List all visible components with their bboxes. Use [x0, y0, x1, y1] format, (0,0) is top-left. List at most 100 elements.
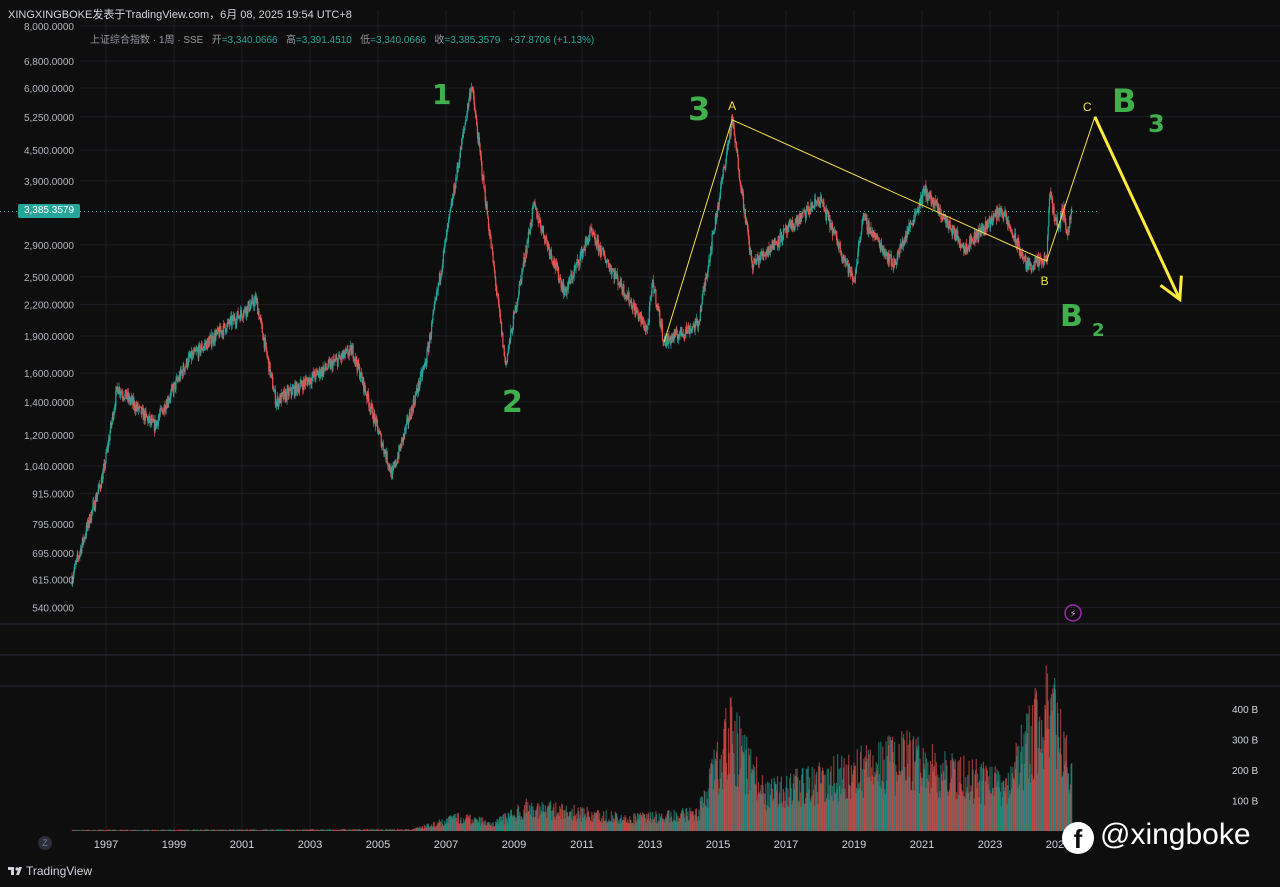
wave-label: 1 [432, 78, 451, 111]
abc-pattern-line [663, 116, 1096, 343]
volume-tick-label: 400 B [1232, 705, 1258, 716]
candle-body [200, 349, 202, 354]
x-tick-label: 2015 [706, 839, 730, 851]
candle-body [563, 291, 565, 296]
candle-body [187, 356, 189, 365]
candle-body [512, 329, 514, 333]
candle-body [193, 351, 195, 356]
candle-body [304, 379, 307, 385]
candle-body [184, 367, 186, 372]
candle-body [899, 246, 901, 254]
candle-body [1047, 226, 1049, 237]
candle-body [261, 323, 263, 334]
candle-body [96, 493, 99, 498]
y-tick-label: 2,500.0000 [24, 273, 74, 284]
publish-header: XINGXINGBOKE发表于TradingView.com，6月 08, 20… [8, 9, 352, 21]
candle-body [162, 409, 165, 415]
candle-body [264, 338, 267, 343]
candle-body [696, 318, 698, 321]
candle-body [454, 188, 456, 193]
candle-body [109, 432, 111, 441]
x-tick-label: 2001 [230, 839, 254, 851]
y-tick-label: 5,250.0000 [24, 113, 74, 124]
ohlc-legend: 上证综合指数 · 1周 · SSE 开=3,340.0666 高=3,391.4… [90, 31, 594, 46]
candle-body [542, 225, 545, 235]
candle-body [481, 161, 483, 176]
candle-body [382, 443, 384, 451]
candle-body [175, 379, 177, 390]
candle-body [211, 341, 213, 346]
y-tick-label: 1,400.0000 [24, 398, 74, 409]
candle-body [491, 247, 494, 252]
x-tick-label: 2017 [774, 839, 798, 851]
candle-body [449, 207, 452, 212]
symbol-label[interactable]: 上证综合指数 · 1周 · SSE [90, 35, 203, 46]
candle-body [1070, 213, 1072, 220]
candle-body [653, 291, 656, 294]
x-tick-label: 2019 [842, 839, 866, 851]
candle-body [249, 304, 252, 310]
x-axis: 1997 1999 2001 2003 2005 2007 2009 2011 2013 2015… [94, 839, 1070, 851]
candle-body [499, 312, 501, 320]
high-value: =3,391.4510 [295, 35, 352, 46]
candle-body [997, 207, 999, 214]
y-tick-label: 1,200.0000 [24, 431, 74, 442]
tradingview-logo-text: TradingView [26, 864, 93, 878]
tradingview-logo-icon [8, 867, 22, 875]
y-tick-label: 615.0000 [32, 575, 74, 586]
candle-body [117, 387, 119, 394]
wave-label: 3 [1148, 110, 1165, 138]
y-tick-label: 3,900.0000 [24, 177, 74, 188]
y-tick-label: 695.0000 [32, 549, 74, 560]
candle-body [224, 323, 226, 328]
z-button[interactable]: Z [38, 836, 52, 850]
candle-body [1065, 222, 1067, 230]
candle-body [419, 373, 422, 383]
y-tick-label: 4,500.0000 [24, 146, 74, 157]
wave-label: B [1060, 299, 1083, 334]
abc-label-a: A [728, 99, 736, 113]
candle-body [628, 292, 630, 304]
y-tick-label: 1,900.0000 [24, 332, 74, 343]
wave-label-subscript: 2 [1092, 320, 1105, 341]
candle-body [490, 237, 492, 248]
candle-body [1053, 206, 1055, 217]
candle-body [1056, 217, 1058, 227]
y-tick-label: 6,800.0000 [24, 57, 74, 68]
watermark: f @xingboke [1062, 818, 1251, 854]
volume-tick-label: 300 B [1232, 736, 1258, 747]
candle-body [958, 239, 960, 244]
x-tick-label: 2009 [502, 839, 526, 851]
down-arrow-line [1093, 116, 1182, 301]
candle-body [1068, 227, 1070, 233]
low-label: 低 [360, 35, 371, 46]
candle-body [451, 197, 454, 206]
drawings: ABC123 BB32 [432, 78, 1183, 420]
y-tick-label: 1,600.0000 [24, 369, 74, 380]
volume-tick-label: 100 B [1232, 797, 1258, 808]
candle-body [173, 383, 175, 394]
wave-label: B [1112, 82, 1136, 120]
wave-label: 3 [688, 90, 710, 128]
candle-body [251, 298, 253, 305]
candle-body [483, 175, 485, 188]
candle-body [253, 299, 256, 307]
tradingview-logo[interactable]: TradingView [8, 864, 92, 878]
candle-body [155, 421, 157, 428]
open-value: =3,340.0666 [221, 35, 278, 46]
y-tick-label: 540.0000 [32, 603, 74, 614]
x-tick-label: 2013 [638, 839, 662, 851]
candle-body [839, 242, 841, 253]
wave-label: 2 [502, 385, 523, 420]
y-tick-label: 8,000.0000 [24, 22, 74, 33]
candle-body [711, 234, 713, 251]
candle-body [1003, 215, 1005, 219]
candle-body [844, 258, 847, 263]
candle-body [699, 320, 701, 323]
candle-body [510, 329, 512, 340]
candle-body [551, 255, 553, 262]
high-label: 高 [285, 35, 296, 46]
x-tick-label: 2007 [434, 839, 458, 851]
candle-body [742, 194, 745, 209]
candle-body [337, 358, 339, 367]
